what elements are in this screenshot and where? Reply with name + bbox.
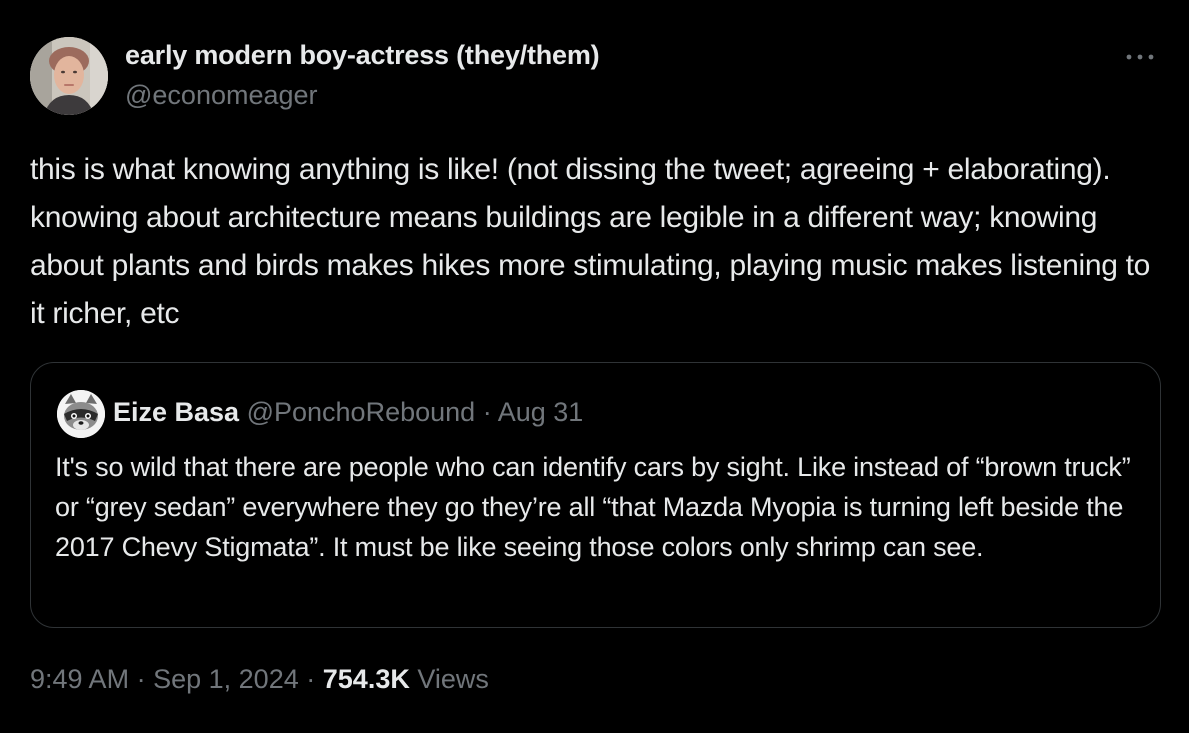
author-handle[interactable]: @economeager — [125, 80, 318, 111]
quoted-header-separator: · — [482, 397, 492, 427]
views-label: Views — [417, 664, 489, 694]
quoted-tweet-header: Eize Basa @PonchoRebound · Aug 31 — [113, 396, 583, 428]
quoted-author-display-name[interactable]: Eize Basa — [113, 397, 239, 427]
more-options-button[interactable] — [1120, 42, 1160, 72]
tweet-meta: 9:49 AM · Sep 1, 2024 · 754.3K Views — [30, 664, 489, 695]
author-avatar[interactable] — [30, 37, 108, 115]
author-display-name[interactable]: early modern boy-actress (they/them) — [125, 40, 600, 71]
tweet-time[interactable]: 9:49 AM — [30, 664, 129, 694]
views-count[interactable]: 754.3K — [323, 664, 410, 694]
tweet: early modern boy-actress (they/them) @ec… — [0, 0, 1189, 733]
avatar-photo-icon — [30, 37, 108, 115]
meta-separator: · — [136, 664, 146, 694]
meta-separator: · — [306, 664, 316, 694]
quoted-tweet-date[interactable]: Aug 31 — [498, 397, 584, 427]
quoted-author-avatar[interactable] — [57, 390, 105, 438]
tweet-date[interactable]: Sep 1, 2024 — [153, 664, 299, 694]
quoted-tweet-text: It's so wild that there are people who c… — [55, 452, 1131, 562]
quoted-author-handle[interactable]: @PonchoRebound — [247, 397, 476, 427]
more-horizontal-icon — [1126, 54, 1154, 60]
tweet-text: this is what knowing anything is like! (… — [30, 153, 1151, 330]
raccoon-avatar-icon — [57, 390, 105, 438]
quoted-tweet-card[interactable]: Eize Basa @PonchoRebound · Aug 31 It's s… — [30, 362, 1161, 628]
